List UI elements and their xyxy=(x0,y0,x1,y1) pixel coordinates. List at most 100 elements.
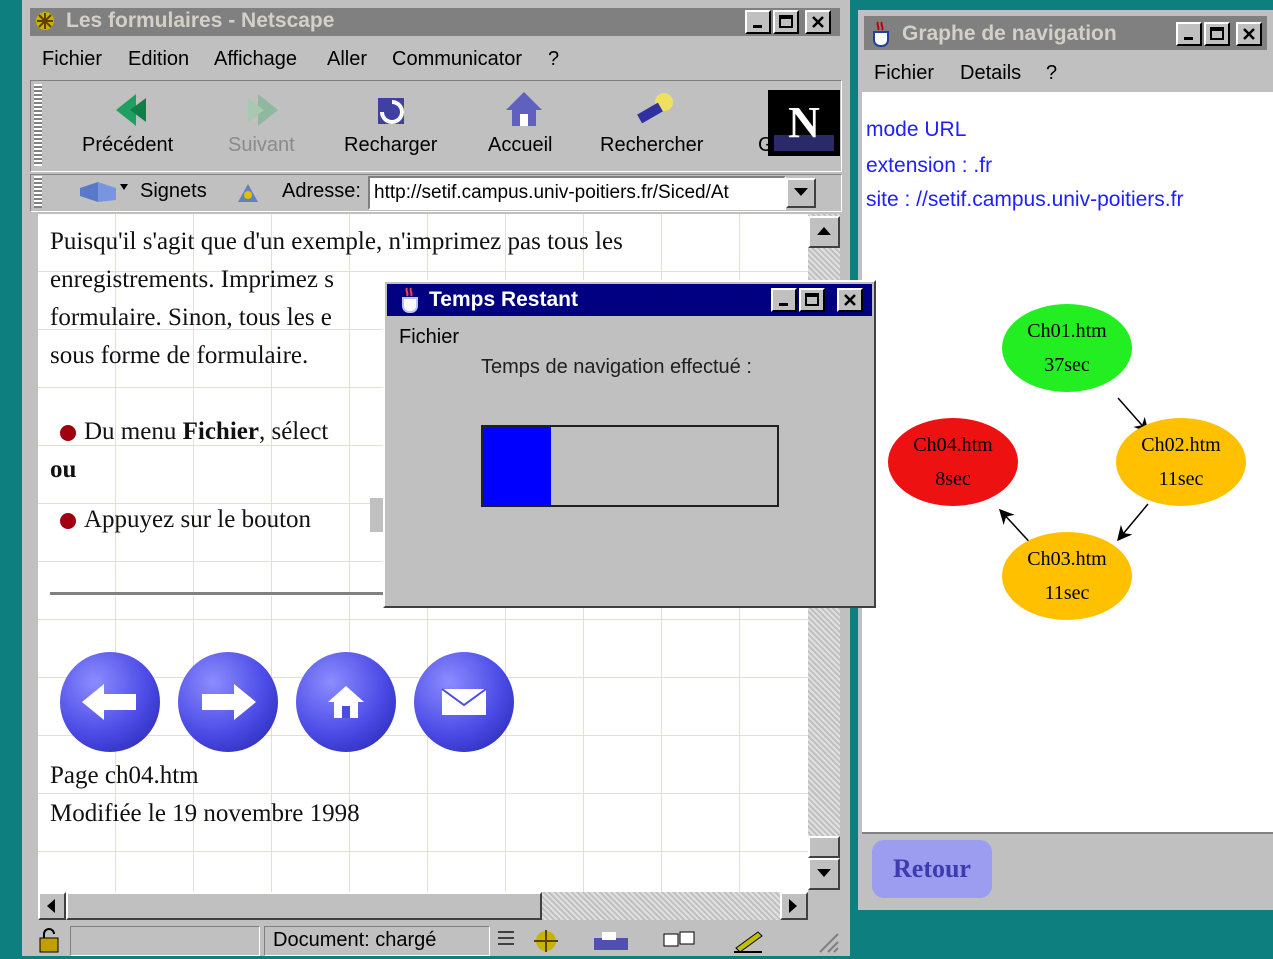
navigation-progress-bar xyxy=(481,425,779,507)
menu-aller[interactable]: Aller xyxy=(327,48,367,71)
window-title: Les formulaires - Netscape xyxy=(66,9,335,32)
right-arrow-icon xyxy=(202,684,256,720)
menu-edition[interactable]: Edition xyxy=(128,48,189,71)
netscape-logo-icon xyxy=(34,10,56,32)
graph-maximize-button[interactable] xyxy=(1204,22,1230,46)
left-arrow-icon xyxy=(82,684,136,720)
bullet-icon xyxy=(60,513,76,530)
graph-node-ch03[interactable]: Ch03.htm 11sec xyxy=(1002,532,1132,620)
graph-minimize-button[interactable] xyxy=(1176,22,1202,46)
netscape-n-logo[interactable]: N xyxy=(768,90,840,156)
progress-fill xyxy=(483,427,551,505)
progress-field xyxy=(70,926,260,956)
search-button[interactable]: Rechercher xyxy=(600,134,703,157)
java-cup-icon xyxy=(868,20,896,48)
home-button[interactable]: Accueil xyxy=(488,134,552,157)
graph-divider xyxy=(862,832,1273,834)
security-lock-icon[interactable] xyxy=(36,928,64,954)
scroll-down-button[interactable] xyxy=(808,858,840,890)
graph-window: Graphe de navigation Fichier Details ? m… xyxy=(858,10,1273,910)
retour-button[interactable]: Retour xyxy=(872,840,992,898)
back-button[interactable]: Précédent xyxy=(82,134,173,157)
url-dropdown-button[interactable] xyxy=(786,178,816,208)
scroll-right-button[interactable] xyxy=(780,892,808,920)
desktop-strip xyxy=(0,0,22,956)
nav-back-button[interactable] xyxy=(60,652,160,752)
composer-icon[interactable] xyxy=(730,928,770,954)
nav-mail-button[interactable] xyxy=(414,652,514,752)
graph-window-title: Graphe de navigation xyxy=(902,22,1117,45)
bullet-bold-text: Fichier xyxy=(182,418,259,445)
maximize-button[interactable] xyxy=(773,10,799,34)
bookmarks-icon xyxy=(76,178,136,206)
location-grip[interactable] xyxy=(34,176,42,208)
bullet-text: Appuyez sur le bouton xyxy=(84,506,312,533)
node-time: 11sec xyxy=(1158,468,1204,490)
chevron-up-icon xyxy=(817,227,831,235)
mailbox-icon[interactable] xyxy=(592,928,632,954)
dialog-maximize-button[interactable] xyxy=(799,288,825,312)
h-scroll-thumb[interactable] xyxy=(66,892,542,920)
node-name: Ch01.htm xyxy=(1027,320,1107,342)
nav-home-button[interactable] xyxy=(296,652,396,752)
bookmarks-button[interactable]: Signets xyxy=(140,180,207,203)
close-button[interactable] xyxy=(805,10,831,34)
navigation-toolbar xyxy=(30,80,842,172)
graph-close-button[interactable] xyxy=(1236,22,1262,46)
chevron-down-icon xyxy=(794,188,808,196)
dialog-minimize-button[interactable] xyxy=(771,288,797,312)
paragraph-line: formulaire. Sinon, tous les e xyxy=(50,304,332,331)
scroll-thumb[interactable] xyxy=(808,836,840,858)
toolbar-grip[interactable] xyxy=(34,84,42,166)
menu-fichier[interactable]: Fichier xyxy=(42,48,102,71)
paragraph-line: enregistrements. Imprimez s xyxy=(50,266,334,293)
discussion-icon[interactable] xyxy=(660,928,700,954)
resize-grip[interactable] xyxy=(816,930,840,954)
graph-menu-fichier[interactable]: Fichier xyxy=(874,62,934,85)
node-name: Ch03.htm xyxy=(1027,548,1107,570)
location-icon xyxy=(234,180,262,206)
dialog-close-button[interactable] xyxy=(837,288,863,312)
chevron-right-icon xyxy=(789,899,797,913)
search-flashlight-icon xyxy=(632,90,676,128)
graph-canvas: mode URL extension : .fr site : //setif.… xyxy=(862,92,1273,832)
edge-ch02-ch03 xyxy=(1117,503,1149,542)
paragraph-line: sous forme de formulaire. xyxy=(50,342,309,369)
graph-menu-details[interactable]: Details xyxy=(960,62,1021,85)
paragraph-line: Puisqu'il s'agit que d'un exemple, n'imp… xyxy=(50,228,623,255)
minimize-button[interactable] xyxy=(745,10,771,34)
graph-node-ch02[interactable]: Ch02.htm 11sec xyxy=(1116,418,1246,506)
scroll-left-button[interactable] xyxy=(38,892,66,920)
address-label: Adresse: xyxy=(282,180,361,202)
component-bar-grip-icon xyxy=(496,928,516,952)
svg-text:N: N xyxy=(788,98,820,147)
nav-forward-button[interactable] xyxy=(178,652,278,752)
bullet-icon xyxy=(60,425,76,442)
graph-menu-help[interactable]: ? xyxy=(1046,62,1057,85)
bullet-item-button: Appuyez sur le bouton xyxy=(60,506,311,534)
navigator-icon[interactable] xyxy=(530,928,564,954)
forward-arrow-icon xyxy=(244,92,282,128)
home-icon xyxy=(328,686,364,718)
dialog-menu-fichier[interactable]: Fichier xyxy=(399,326,459,349)
node-name: Ch02.htm xyxy=(1141,434,1221,456)
scroll-up-button[interactable] xyxy=(808,216,840,248)
modified-date: Modifiée le 19 novembre 1998 xyxy=(50,800,360,827)
java-cup-icon xyxy=(397,286,425,314)
dialog-label: Temps de navigation effectué : xyxy=(481,356,752,378)
back-arrow-icon xyxy=(112,92,150,128)
chevron-down-icon xyxy=(817,869,831,877)
graph-node-ch01[interactable]: Ch01.htm 37sec xyxy=(1002,304,1132,392)
forward-button[interactable]: Suivant xyxy=(228,134,295,157)
node-name: Ch04.htm xyxy=(913,434,993,456)
window-border xyxy=(22,0,30,956)
bullet-item-menu: Du menu Fichier, sélect xyxy=(60,418,328,446)
horizontal-rule xyxy=(50,592,390,596)
menu-communicator[interactable]: Communicator xyxy=(392,48,522,71)
menu-help[interactable]: ? xyxy=(548,48,559,71)
url-input[interactable]: http://setif.campus.univ-poitiers.fr/Sic… xyxy=(368,176,786,210)
dialog-title: Temps Restant xyxy=(429,288,578,311)
graph-node-ch04[interactable]: Ch04.htm 8sec xyxy=(888,418,1018,506)
reload-button[interactable]: Recharger xyxy=(344,134,437,157)
menu-affichage[interactable]: Affichage xyxy=(214,48,297,71)
